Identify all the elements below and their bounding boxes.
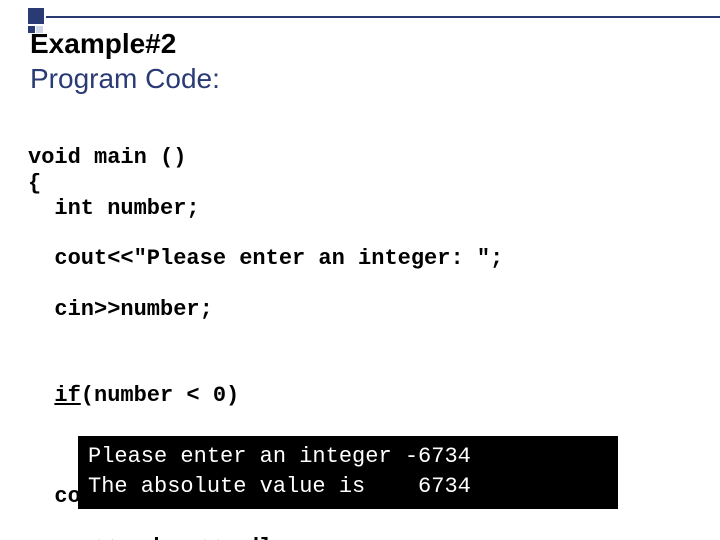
console-line: Please enter an integer -6734 <box>88 444 471 469</box>
code-line: <<number<<endl; <box>28 535 530 540</box>
console-line: The absolute value is 6734 <box>88 474 471 499</box>
heading-title: Example#2 <box>30 26 220 61</box>
code-line: void main () <box>28 145 186 170</box>
code-line: if(number < 0) <box>28 383 530 408</box>
code-line: cout<<"Please enter an integer: "; <box>28 246 530 271</box>
code-line: cin>>number; <box>28 297 530 322</box>
code-line: int number; <box>28 196 530 221</box>
square-icon <box>28 8 44 24</box>
heading-subtitle: Program Code: <box>30 61 220 96</box>
divider <box>46 16 720 18</box>
keyword-if: if <box>54 383 80 408</box>
console-output: Please enter an integer -6734 The absolu… <box>78 436 618 509</box>
code-line: { <box>28 171 41 196</box>
heading: Example#2 Program Code: <box>30 26 220 96</box>
slide: Example#2 Program Code: void main () { i… <box>0 0 720 540</box>
